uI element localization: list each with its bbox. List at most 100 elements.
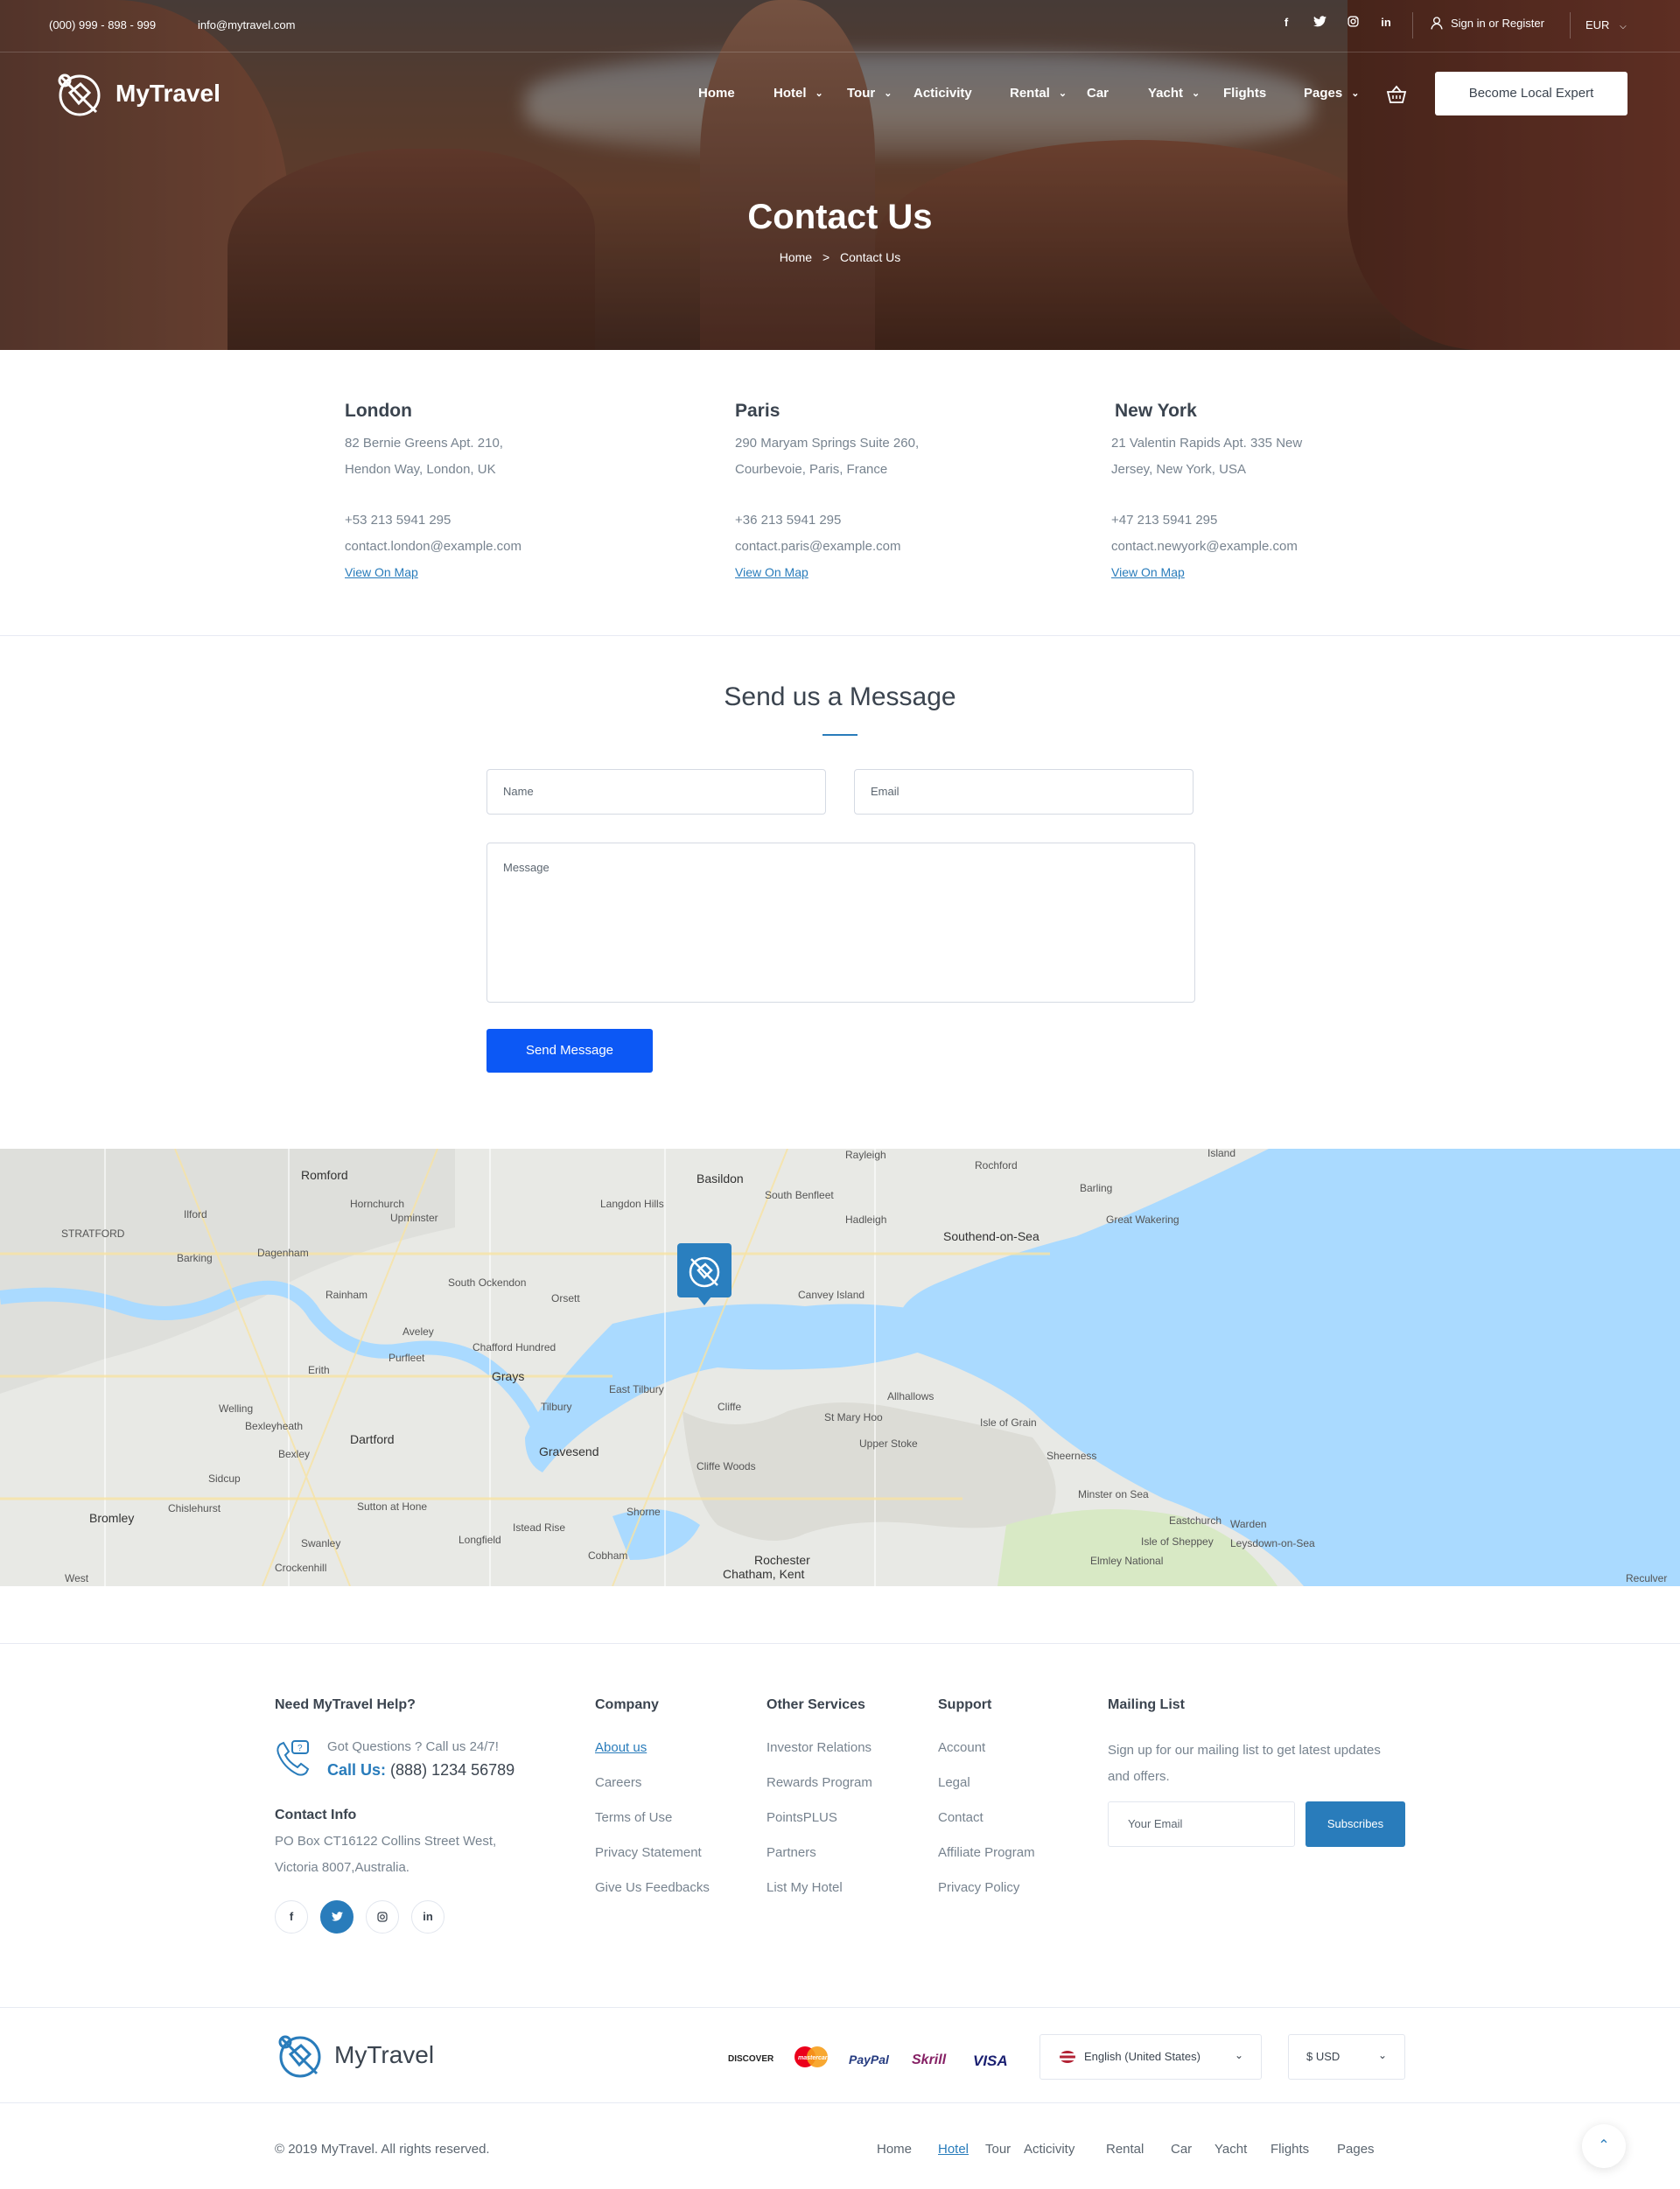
brand-name: MyTravel (334, 2041, 435, 2068)
view-on-map-link[interactable]: View On Map (1111, 565, 1185, 579)
map-marker-pin[interactable] (677, 1243, 732, 1305)
currency-select[interactable]: $ USD ⌄ (1288, 2034, 1405, 2080)
footer-nav-link[interactable]: Car (1171, 2142, 1214, 2157)
location-map[interactable]: Romford Basildon Rayleigh Rochford Islan… (0, 1149, 1680, 1586)
footer-link[interactable]: List My Hotel (766, 1879, 872, 1914)
footer-link[interactable]: PointsPLUS (766, 1809, 872, 1844)
map-label: Great Wakering (1106, 1213, 1180, 1226)
twitter-icon[interactable] (320, 1900, 354, 1934)
subscribe-button[interactable]: Subscribes (1306, 1801, 1405, 1847)
view-on-map-link[interactable]: View On Map (345, 565, 418, 579)
office-address: Courbevoie, Paris, France (735, 462, 888, 477)
breadcrumb-home[interactable]: Home (780, 250, 812, 264)
call-us[interactable]: Call Us: (888) 1234 56789 (327, 1761, 514, 1780)
office-email[interactable]: contact.paris@example.com (735, 534, 1015, 560)
footer-heading: Mailing List (1108, 1697, 1185, 1712)
footer-nav-link[interactable]: Tour (985, 2142, 1024, 2157)
cart-icon[interactable] (1386, 84, 1407, 105)
nav-item-activity[interactable]: Acticivity (914, 86, 1010, 101)
footer-link[interactable]: Give Us Feedbacks (595, 1879, 710, 1914)
footer-link[interactable]: Partners (766, 1844, 872, 1879)
nav-item-yacht[interactable]: Yacht ⌄ (1148, 86, 1223, 101)
map-canvas (0, 1149, 1680, 1586)
map-label: Grays (492, 1369, 525, 1383)
map-label: Aveley (402, 1325, 434, 1338)
footer-nav-link[interactable]: Pages (1337, 2142, 1376, 2157)
currency-label: EUR (1586, 18, 1610, 31)
footer-link[interactable]: Terms of Use (595, 1809, 710, 1844)
mailing-text: and offers. (1108, 1769, 1170, 1784)
map-label: Cliffe (718, 1401, 742, 1413)
office-address: Jersey, New York, USA (1111, 462, 1246, 477)
mastercard-text: mastercard (798, 2055, 830, 2061)
map-label: Chatham, Kent (723, 1567, 805, 1581)
nav-item-tour[interactable]: Tour ⌄ (847, 86, 914, 101)
footer-link[interactable]: Privacy Policy (938, 1879, 1035, 1914)
footer-link[interactable]: Affiliate Program (938, 1844, 1035, 1879)
footer-link[interactable]: Careers (595, 1774, 710, 1809)
footer-link[interactable]: Privacy Statement (595, 1844, 710, 1879)
facebook-icon[interactable]: f (1279, 16, 1293, 30)
footer-link[interactable]: Legal (938, 1774, 1035, 1809)
topbar-email[interactable]: info@mytravel.com (198, 18, 295, 31)
message-textarea[interactable]: Message (486, 843, 1195, 1003)
language-select[interactable]: English (United States) ⌄ (1040, 2034, 1262, 2080)
newsletter-email-input[interactable]: Your Email (1108, 1801, 1295, 1847)
map-label: Shorne (626, 1506, 661, 1518)
footer-nav-link[interactable]: Home (877, 2142, 938, 2157)
visa-icon: VISA (973, 2053, 1008, 2069)
brand-logo[interactable]: MyTravel (54, 68, 220, 119)
footer-mailing-column: Mailing List Sign up for our mailing lis… (1108, 1697, 1423, 1790)
nav-item-flights[interactable]: Flights (1223, 86, 1304, 101)
instagram-icon[interactable] (1346, 16, 1360, 30)
nav-item-home[interactable]: Home (698, 86, 774, 101)
footer-nav-link[interactable]: Rental (1106, 2142, 1171, 2157)
office-city: New York (1115, 401, 1197, 421)
twitter-icon[interactable] (1312, 16, 1326, 30)
map-label: Bexleyheath (245, 1420, 304, 1432)
footer-link[interactable]: About us (595, 1739, 710, 1774)
nav-label: Hotel (774, 86, 807, 101)
nav-item-hotel[interactable]: Hotel ⌄ (774, 86, 847, 101)
nav-item-pages[interactable]: Pages ⌄ (1304, 86, 1374, 101)
office-email[interactable]: contact.london@example.com (345, 534, 625, 560)
linkedin-icon[interactable]: in (411, 1900, 444, 1934)
scroll-to-top-button[interactable]: ⌃ (1582, 2124, 1626, 2168)
footer-link[interactable]: Account (938, 1739, 1035, 1774)
topbar-phone[interactable]: (000) 999 - 898 - 999 (49, 18, 156, 31)
instagram-icon[interactable] (366, 1900, 399, 1934)
map-label: STRATFORD (61, 1227, 125, 1240)
office-card-paris: Paris 290 Maryam Springs Suite 260, Cour… (735, 399, 1015, 586)
email-input[interactable]: Email (854, 769, 1194, 815)
nav-label: Tour (847, 86, 876, 101)
footer-brand-logo[interactable]: MyTravel (275, 2030, 434, 2081)
footer-heading: Need MyTravel Help? (275, 1697, 416, 1712)
footer-company-column: Company About us Careers Terms of Use Pr… (595, 1697, 710, 1914)
map-label: Rochester (754, 1553, 810, 1567)
office-phone: +53 213 5941 295 (345, 513, 452, 528)
topbar-socials: f in (1279, 16, 1393, 30)
facebook-icon[interactable]: f (275, 1900, 308, 1934)
phone-icon: ? (276, 1740, 310, 1776)
footer-link[interactable]: Contact (938, 1809, 1035, 1844)
footer-nav-link[interactable]: Acticivity (1024, 2142, 1106, 2157)
form-title: Send us a Message (724, 682, 956, 711)
signin-link[interactable]: Sign in or Register (1430, 16, 1544, 30)
logo-icon (689, 1256, 720, 1288)
nav-item-car[interactable]: Car (1087, 86, 1148, 101)
footer-nav-link[interactable]: Yacht (1214, 2142, 1270, 2157)
footer-nav-link[interactable]: Hotel (938, 2142, 985, 2157)
footer-link[interactable]: Investor Relations (766, 1739, 872, 1774)
office-email[interactable]: contact.newyork@example.com (1111, 534, 1391, 560)
send-message-button[interactable]: Send Message (486, 1029, 653, 1073)
view-on-map-link[interactable]: View On Map (735, 565, 808, 579)
become-local-expert-button[interactable]: Become Local Expert (1435, 72, 1628, 115)
name-input[interactable]: Name (486, 769, 826, 815)
footer-link[interactable]: Rewards Program (766, 1774, 872, 1809)
currency-select[interactable]: EUR ⌵ (1586, 18, 1627, 31)
linkedin-icon[interactable]: in (1379, 16, 1393, 30)
footer-heading: Company (595, 1697, 659, 1712)
footer-nav-link[interactable]: Flights (1270, 2142, 1337, 2157)
nav-item-rental[interactable]: Rental ⌄ (1010, 86, 1087, 101)
page-title: Contact Us (747, 198, 933, 236)
